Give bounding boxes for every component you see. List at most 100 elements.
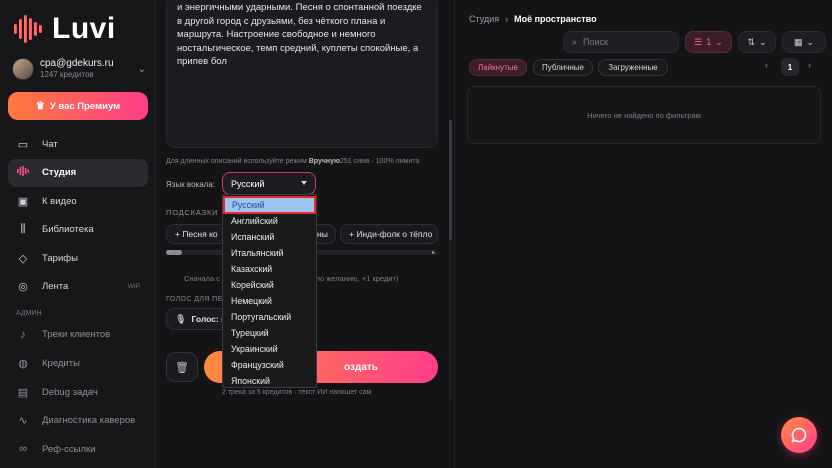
- chat-icon: ▭: [17, 138, 29, 151]
- cost-note: 2 трека за 5 кредитов · текст ИИ напишет…: [222, 389, 372, 396]
- diamond-icon: ◇: [18, 252, 28, 265]
- tab-uploaded[interactable]: Загруженные: [598, 59, 668, 76]
- waveform-icon: [16, 166, 30, 179]
- nav-label: Реф-ссылки: [42, 443, 96, 455]
- breadcrumb-current: Моё пространство: [514, 14, 597, 24]
- language-option-portuguese[interactable]: Португальский: [223, 309, 316, 325]
- language-option-turkish[interactable]: Турецкий: [223, 325, 316, 341]
- hint-manual-mode[interactable]: Вручную: [309, 158, 340, 165]
- language-option-kazakh[interactable]: Казахский: [223, 261, 316, 277]
- breadcrumb: Студия › Моё пространство: [469, 14, 597, 24]
- nav-item-feed[interactable]: ◎ Лента WIP: [8, 273, 148, 301]
- optional-note-tail: ст (по желанию, +1 кредит): [304, 274, 399, 283]
- nav-label: Чат: [42, 138, 58, 150]
- compass-icon: ◎: [18, 281, 28, 294]
- vocal-language-value: Русский: [231, 178, 265, 189]
- language-option-english[interactable]: Английский: [223, 213, 316, 229]
- hint-prefix: Для длинных описаний используйте режим: [166, 158, 309, 165]
- vocal-language-dropdown[interactable]: Русский Английский Испанский Итальянский…: [222, 194, 317, 388]
- chevron-down-icon: ⌄: [759, 36, 767, 47]
- empty-state: Ничего не найдено по фильтрам: [467, 86, 821, 144]
- account-credits: 1247 кредитов: [40, 70, 94, 79]
- nav-item-debug[interactable]: ▤ Debug задач: [8, 378, 148, 406]
- wip-badge: WIP: [127, 283, 140, 291]
- sort-button[interactable]: ⇅ ⌄: [738, 31, 776, 53]
- nav-item-cover-diagnostics[interactable]: ∿ Диагностика каверов: [8, 407, 148, 435]
- search-placeholder: Поиск: [583, 37, 608, 47]
- panel-scrollbar-thumb[interactable]: [449, 120, 452, 240]
- language-option-ukrainian[interactable]: Украинский: [223, 341, 316, 357]
- support-chat-button[interactable]: [781, 417, 817, 453]
- suggestion-chip[interactable]: + Инди-фолк о тёпло: [340, 224, 438, 244]
- suggestion-chip[interactable]: + Песня ко: [166, 224, 228, 244]
- search-input[interactable]: ⌕ Поиск: [563, 31, 679, 53]
- premium-label: У вас Премиум: [49, 100, 121, 112]
- create-button-label: оздать: [344, 361, 378, 373]
- chevron-right-icon[interactable]: ›: [808, 60, 811, 70]
- chat-bubble-icon: [791, 427, 807, 443]
- vocal-language-select[interactable]: Русский: [222, 172, 316, 195]
- admin-section-label: АДМИН: [16, 309, 42, 317]
- language-option-korean[interactable]: Корейский: [223, 277, 316, 293]
- nav-label: Треки клиентов: [42, 329, 111, 341]
- premium-button[interactable]: ♛ У вас Премиум: [8, 92, 148, 120]
- nav-item-video[interactable]: ▣ К видео: [8, 187, 148, 215]
- nav-label: Кредиты: [42, 358, 80, 370]
- search-icon: ⌕: [572, 36, 578, 47]
- crown-icon: ♛: [35, 100, 45, 112]
- nav-item-credits[interactable]: ◍ Кредиты: [8, 350, 148, 378]
- nav-item-referrals[interactable]: ∞ Реф-ссылки: [8, 435, 148, 463]
- filter-icon: ☰: [694, 36, 703, 47]
- chevron-left-icon[interactable]: ‹: [765, 60, 768, 70]
- avatar: [12, 58, 34, 80]
- library-panel: Студия › Моё пространство ⌕ Поиск ☰ 1 ⌄ …: [454, 0, 832, 468]
- grid-icon: ▦: [793, 36, 803, 47]
- library-icon: ⫼: [20, 223, 26, 236]
- nav-item-client-tracks[interactable]: ♪ Треки клиентов: [8, 321, 148, 349]
- nav-item-library[interactable]: ⫼ Библиотека: [8, 216, 148, 244]
- nav-label: Лента: [42, 281, 69, 293]
- optional-note-start: Сначала с: [184, 274, 221, 283]
- filter-button[interactable]: ☰ 1 ⌄: [685, 31, 732, 53]
- chevron-down-icon: ⌄: [715, 36, 723, 47]
- logo[interactable]: Luvi: [12, 12, 116, 46]
- music-note-icon: ♪: [20, 328, 26, 341]
- main-nav: ▭ Чат Студия ▣ К видео ⫼ Библиотека ◇ Та…: [8, 130, 148, 464]
- microphone-icon: 🎙: [175, 313, 187, 324]
- link-icon: ∞: [19, 443, 27, 456]
- sidebar: Luvi cpa@gdekurs.ru 1247 кредитов ⌄ ♛ У …: [0, 0, 156, 468]
- current-page[interactable]: 1: [781, 58, 799, 76]
- language-option-italian[interactable]: Итальянский: [223, 245, 316, 261]
- nav-item-tariffs[interactable]: ◇ Тарифы: [8, 244, 148, 272]
- pulse-icon: ∿: [18, 415, 28, 428]
- language-option-spanish[interactable]: Испанский: [223, 229, 316, 245]
- breadcrumb-root[interactable]: Студия: [469, 14, 499, 24]
- suggestions-label: ПОДСКАЗКИ: [166, 208, 219, 217]
- tab-public[interactable]: Публичные: [533, 59, 593, 76]
- language-option-german[interactable]: Немецкий: [223, 293, 316, 309]
- scroll-right-icon[interactable]: ▸: [432, 249, 435, 256]
- scroll-left-icon[interactable]: ◂: [167, 249, 170, 256]
- app-root: Luvi cpa@gdekurs.ru 1247 кредитов ⌄ ♛ У …: [0, 0, 832, 468]
- nav-item-chat[interactable]: ▭ Чат: [8, 130, 148, 158]
- chevron-down-icon: ⌄: [806, 36, 815, 47]
- clear-button[interactable]: 🗑: [166, 352, 198, 382]
- nav-label: Студия: [42, 167, 77, 179]
- caret-down-icon: [301, 181, 307, 185]
- debug-icon: ▤: [17, 386, 29, 399]
- coins-icon: ◍: [18, 358, 28, 371]
- nav-item-studio[interactable]: Студия: [8, 158, 148, 187]
- account-email: cpa@gdekurs.ru: [40, 58, 114, 69]
- chevron-down-icon: ⌄: [137, 63, 146, 75]
- language-option-french[interactable]: Французский: [223, 357, 316, 373]
- view-mode-button[interactable]: ▦ ⌄: [782, 31, 826, 53]
- tab-liked[interactable]: Лайкнутые: [469, 59, 527, 76]
- brand-name: Luvi: [52, 12, 116, 45]
- language-option-russian[interactable]: Русский: [223, 196, 316, 214]
- account-switcher[interactable]: cpa@gdekurs.ru 1247 кредитов ⌄: [12, 56, 146, 82]
- description-textarea[interactable]: и энергичными ударными. Песня о спонтанн…: [166, 0, 438, 148]
- hint-counter: 251 симв · 100% лимита: [340, 158, 420, 165]
- language-option-japanese[interactable]: Японский: [223, 373, 316, 389]
- nav-label: Тарифы: [42, 252, 78, 264]
- trash-icon: 🗑: [175, 361, 189, 374]
